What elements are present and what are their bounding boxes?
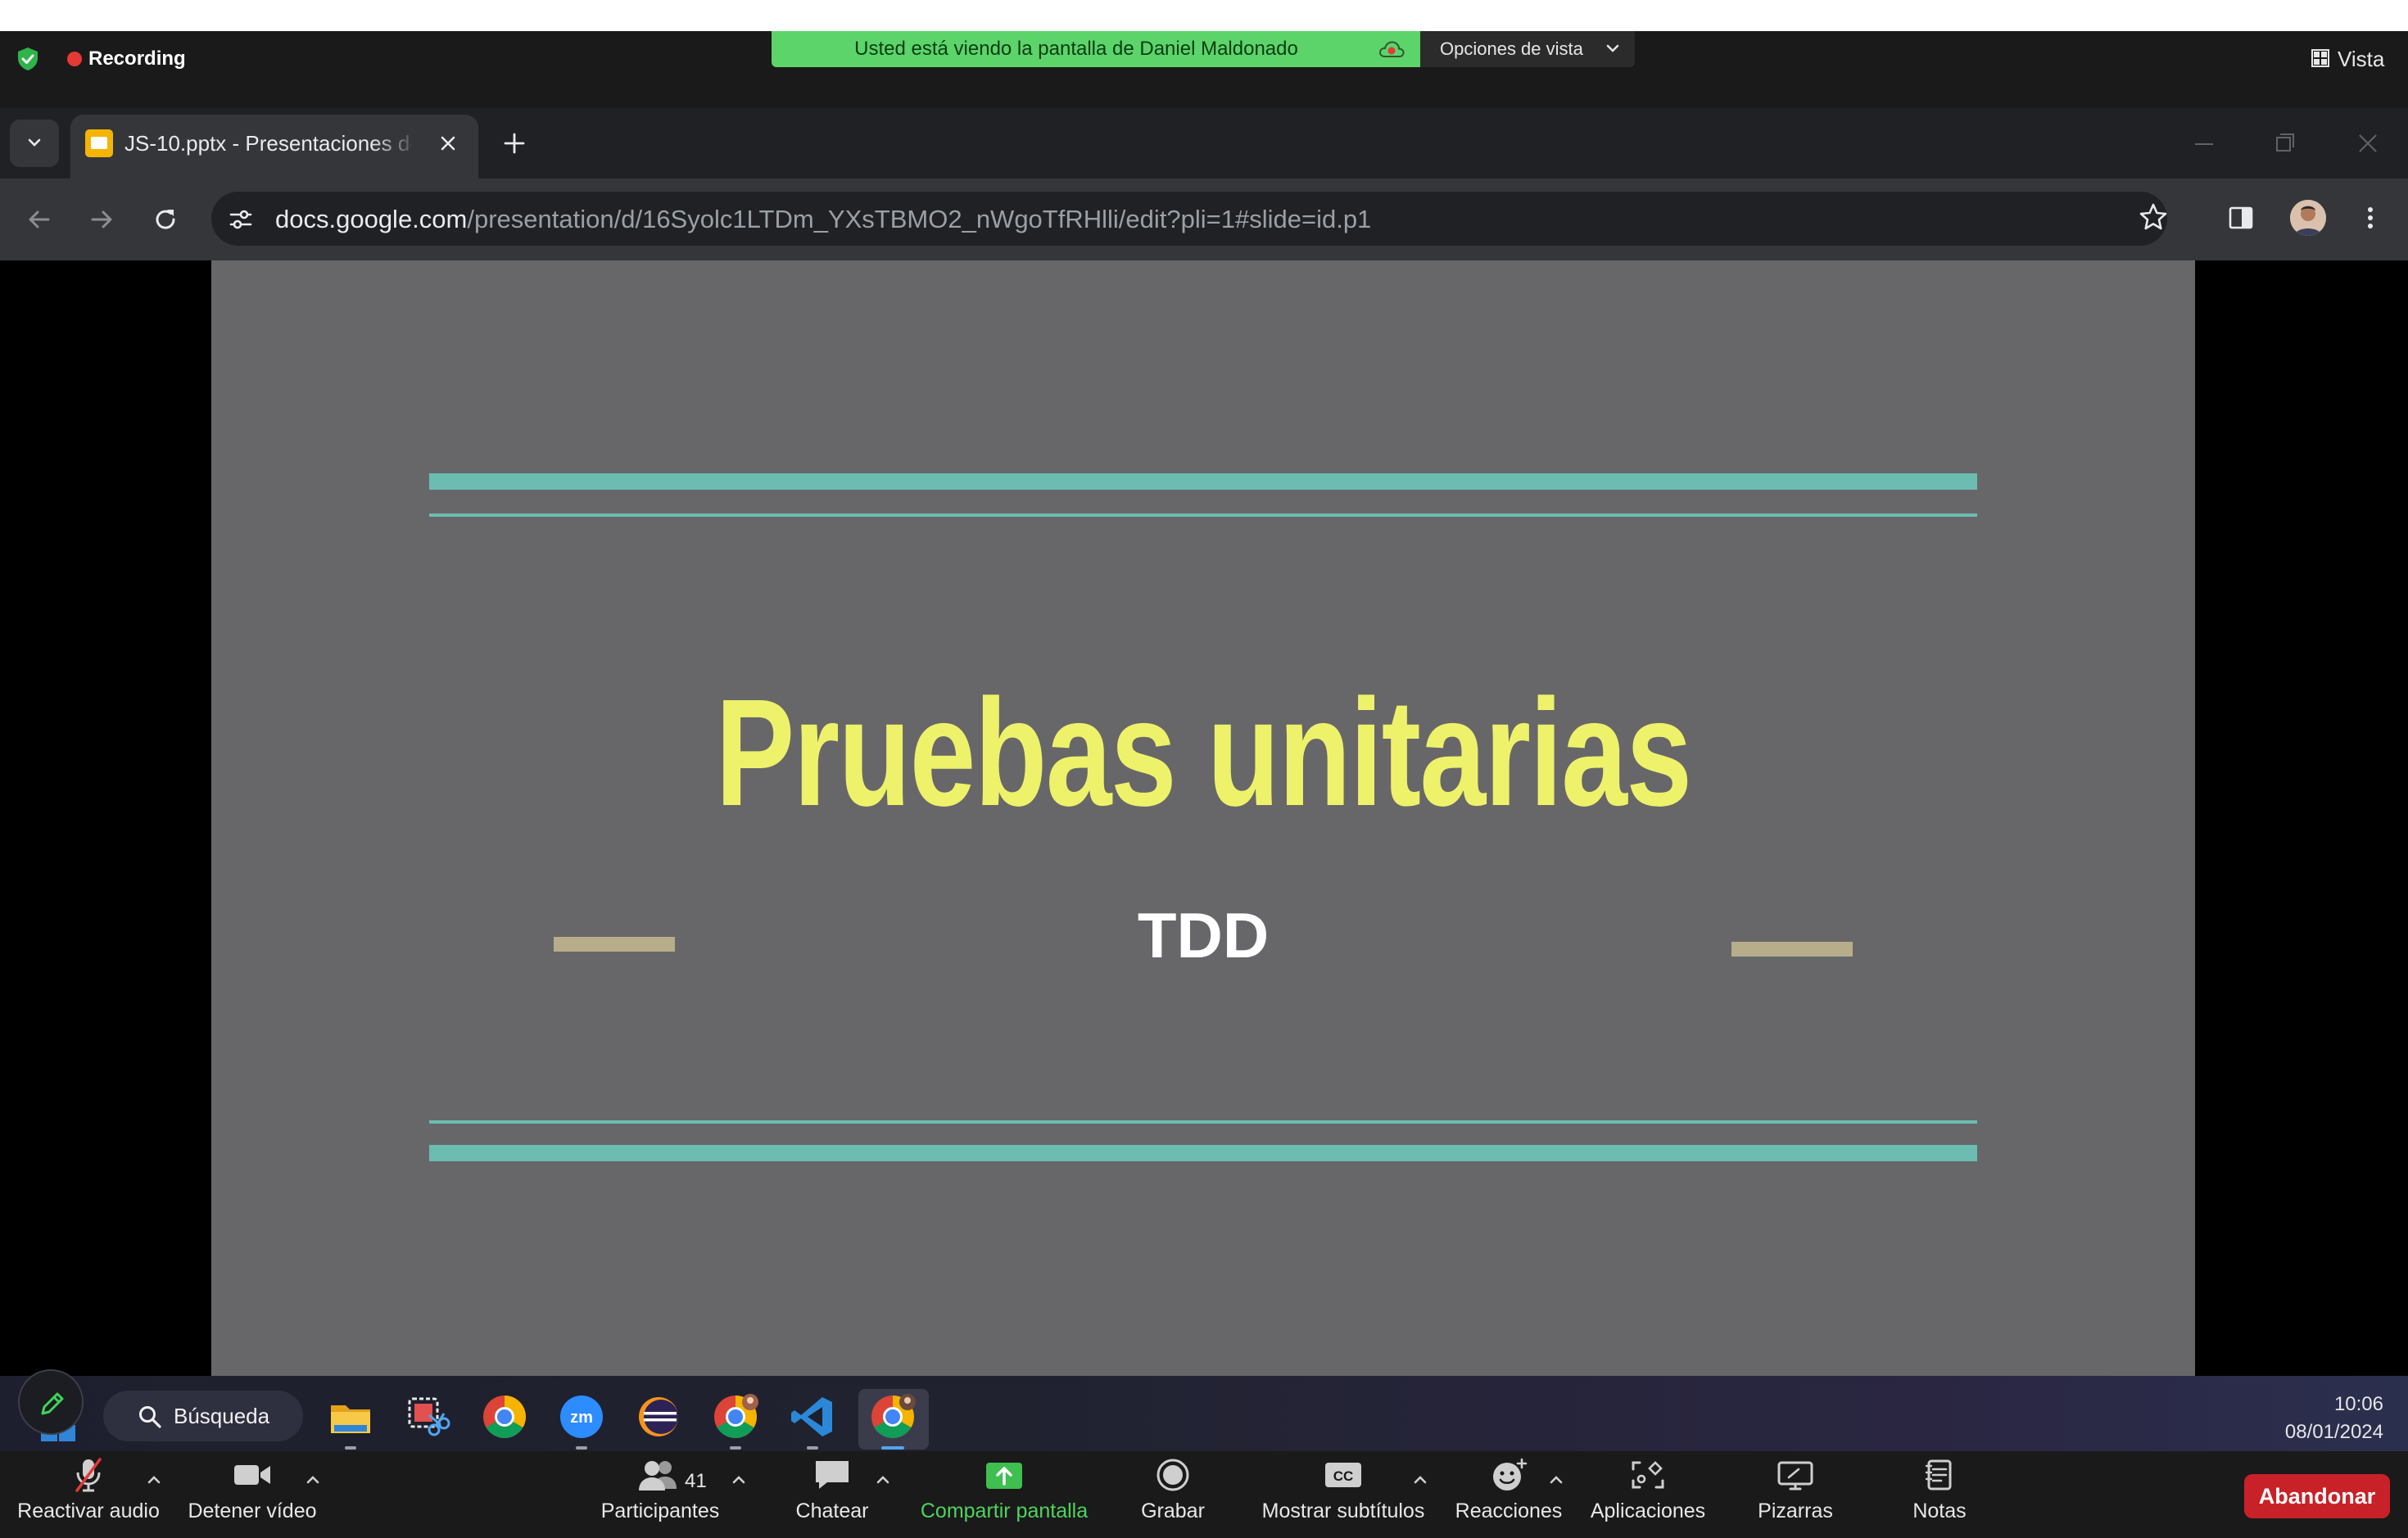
stop-video-button[interactable]: Detener vídeo xyxy=(177,1458,328,1533)
reactions-label: Reacciones xyxy=(1455,1500,1563,1522)
slide-subtitle: TDD xyxy=(1137,899,1270,971)
snipping-tool-icon[interactable] xyxy=(405,1394,450,1440)
whiteboards-label: Pizarras xyxy=(1758,1500,1833,1522)
notes-button[interactable]: Notas xyxy=(1899,1458,1980,1533)
zoom-app-icon[interactable]: zm xyxy=(559,1394,604,1440)
cloud-recording-icon xyxy=(1378,39,1405,59)
app-running-indicator xyxy=(576,1446,587,1450)
svg-text:zm: zm xyxy=(570,1409,593,1427)
record-label: Grabar xyxy=(1141,1500,1205,1522)
taskbar-search-label[interactable]: Búsqueda xyxy=(174,1402,269,1430)
tab-title[interactable]: JS-10.pptx - Presentaciones de Google xyxy=(124,129,411,157)
notes-label: Notas xyxy=(1912,1500,1967,1522)
closed-captions-icon: CC xyxy=(1324,1458,1363,1492)
video-camera-icon xyxy=(233,1458,272,1492)
share-screen-arrow-icon xyxy=(984,1458,1024,1492)
reactions-button[interactable]: Reacciones xyxy=(1448,1458,1569,1533)
bookmark-star-icon[interactable] xyxy=(2138,201,2169,233)
record-button[interactable]: Grabar xyxy=(1127,1458,1219,1533)
participants-button[interactable]: Participantes xyxy=(588,1458,732,1533)
leave-meeting-button[interactable]: Abandonar xyxy=(2244,1474,2390,1518)
app-running-indicator xyxy=(807,1446,818,1450)
unmute-label: Reactivar audio xyxy=(17,1500,160,1522)
captions-icon-text: CC xyxy=(1333,1468,1354,1484)
top-edge-strip xyxy=(0,0,2408,31)
more-options-icon[interactable] xyxy=(2356,203,2385,233)
teal-rule-thick-top xyxy=(429,473,1977,490)
window-minimize-icon[interactable] xyxy=(2192,133,2216,156)
apps-icon xyxy=(1628,1458,1668,1492)
microphone-muted-icon xyxy=(69,1458,108,1492)
new-tab-plus-icon[interactable] xyxy=(501,130,527,156)
teal-rule-thin-top xyxy=(429,513,1977,517)
tab-close-icon[interactable] xyxy=(436,131,460,156)
video-options-caret-icon[interactable] xyxy=(305,1474,321,1486)
participants-label: Participantes xyxy=(600,1500,720,1522)
url-path: /presentation/d/16Syolc1LTDm_YXsTBMO2_nW… xyxy=(467,205,1372,233)
apps-button[interactable]: Aplicaciones xyxy=(1584,1458,1712,1533)
app-running-indicator xyxy=(730,1446,741,1450)
chrome-profile-icon[interactable] xyxy=(713,1394,758,1440)
view-button[interactable]: Vista xyxy=(2338,46,2384,72)
window-restore-icon[interactable] xyxy=(2274,131,2297,154)
share-screen-button[interactable]: Compartir pantalla xyxy=(909,1458,1099,1533)
security-shield-icon[interactable] xyxy=(15,46,41,72)
screen-share-banner-text: Usted está viendo la pantalla de Daniel … xyxy=(854,38,1298,60)
chat-button[interactable]: Chatear xyxy=(775,1458,889,1533)
annotate-pen-button[interactable] xyxy=(18,1369,84,1435)
chevron-down-icon xyxy=(28,138,41,147)
show-captions-button[interactable]: CC Mostrar subtítulos xyxy=(1253,1458,1433,1533)
reactions-smiley-icon xyxy=(1489,1458,1528,1492)
app-active-indicator xyxy=(881,1446,904,1450)
file-explorer-icon[interactable] xyxy=(328,1394,373,1440)
tab-title-fade xyxy=(370,123,419,167)
back-arrow-icon[interactable] xyxy=(25,205,54,234)
site-settings-icon[interactable] xyxy=(226,205,256,234)
taskbar-clock-date[interactable]: 08/01/2024 xyxy=(2244,1420,2383,1445)
chat-caret-icon[interactable] xyxy=(875,1474,891,1486)
chat-label: Chatear xyxy=(795,1500,869,1522)
apps-label: Aplicaciones xyxy=(1590,1500,1706,1522)
forward-arrow-icon[interactable] xyxy=(87,205,116,234)
eclipse-ide-icon[interactable] xyxy=(636,1394,681,1440)
app-running-indicator xyxy=(345,1446,356,1450)
show-captions-label: Mostrar subtítulos xyxy=(1261,1500,1425,1522)
captions-caret-icon[interactable] xyxy=(1412,1474,1428,1486)
chevron-down-icon[interactable] xyxy=(1605,43,1620,54)
stop-video-label: Detener vídeo xyxy=(188,1500,317,1522)
side-panel-icon[interactable] xyxy=(2226,203,2256,233)
google-slides-favicon-icon xyxy=(85,129,113,157)
participants-caret-icon[interactable] xyxy=(731,1474,747,1486)
profile-avatar[interactable] xyxy=(2290,200,2326,236)
participants-icon xyxy=(637,1458,680,1492)
chrome-icon[interactable] xyxy=(482,1394,527,1440)
unmute-button[interactable]: Reactivar audio xyxy=(11,1458,165,1533)
slide-title: Pruebas unitarias xyxy=(715,668,1692,838)
whiteboard-icon xyxy=(1776,1458,1815,1492)
pen-icon xyxy=(41,1392,64,1415)
teal-rule-thick-bottom xyxy=(429,1145,1977,1161)
grid-view-icon[interactable] xyxy=(2311,49,2329,67)
url-host: docs.google.com xyxy=(275,205,468,233)
audio-options-caret-icon[interactable] xyxy=(146,1474,162,1486)
window-close-icon[interactable] xyxy=(2356,131,2380,156)
url-text[interactable]: docs.google.com/presentation/d/16Syolc1L… xyxy=(275,203,1371,236)
taskbar-clock-time[interactable]: 10:06 xyxy=(2261,1392,2383,1417)
record-icon xyxy=(1153,1458,1193,1492)
reload-icon[interactable] xyxy=(151,205,180,234)
share-screen-label: Compartir pantalla xyxy=(920,1500,1089,1522)
tab-search-button[interactable] xyxy=(10,120,59,167)
recording-dot-icon xyxy=(67,52,82,66)
chat-bubble-icon xyxy=(812,1458,852,1492)
vscode-icon[interactable] xyxy=(790,1394,835,1440)
chrome-active-icon[interactable] xyxy=(870,1394,916,1440)
recording-label[interactable]: Recording xyxy=(88,46,186,72)
search-icon xyxy=(139,1406,161,1428)
whiteboards-button[interactable]: Pizarras xyxy=(1745,1458,1846,1533)
notes-icon xyxy=(1920,1458,1959,1492)
view-options-label[interactable]: Opciones de vista xyxy=(1440,31,1583,67)
participants-count: 41 xyxy=(685,1470,707,1492)
reactions-caret-icon[interactable] xyxy=(1548,1474,1564,1486)
teal-rule-thin-bottom xyxy=(429,1120,1977,1124)
